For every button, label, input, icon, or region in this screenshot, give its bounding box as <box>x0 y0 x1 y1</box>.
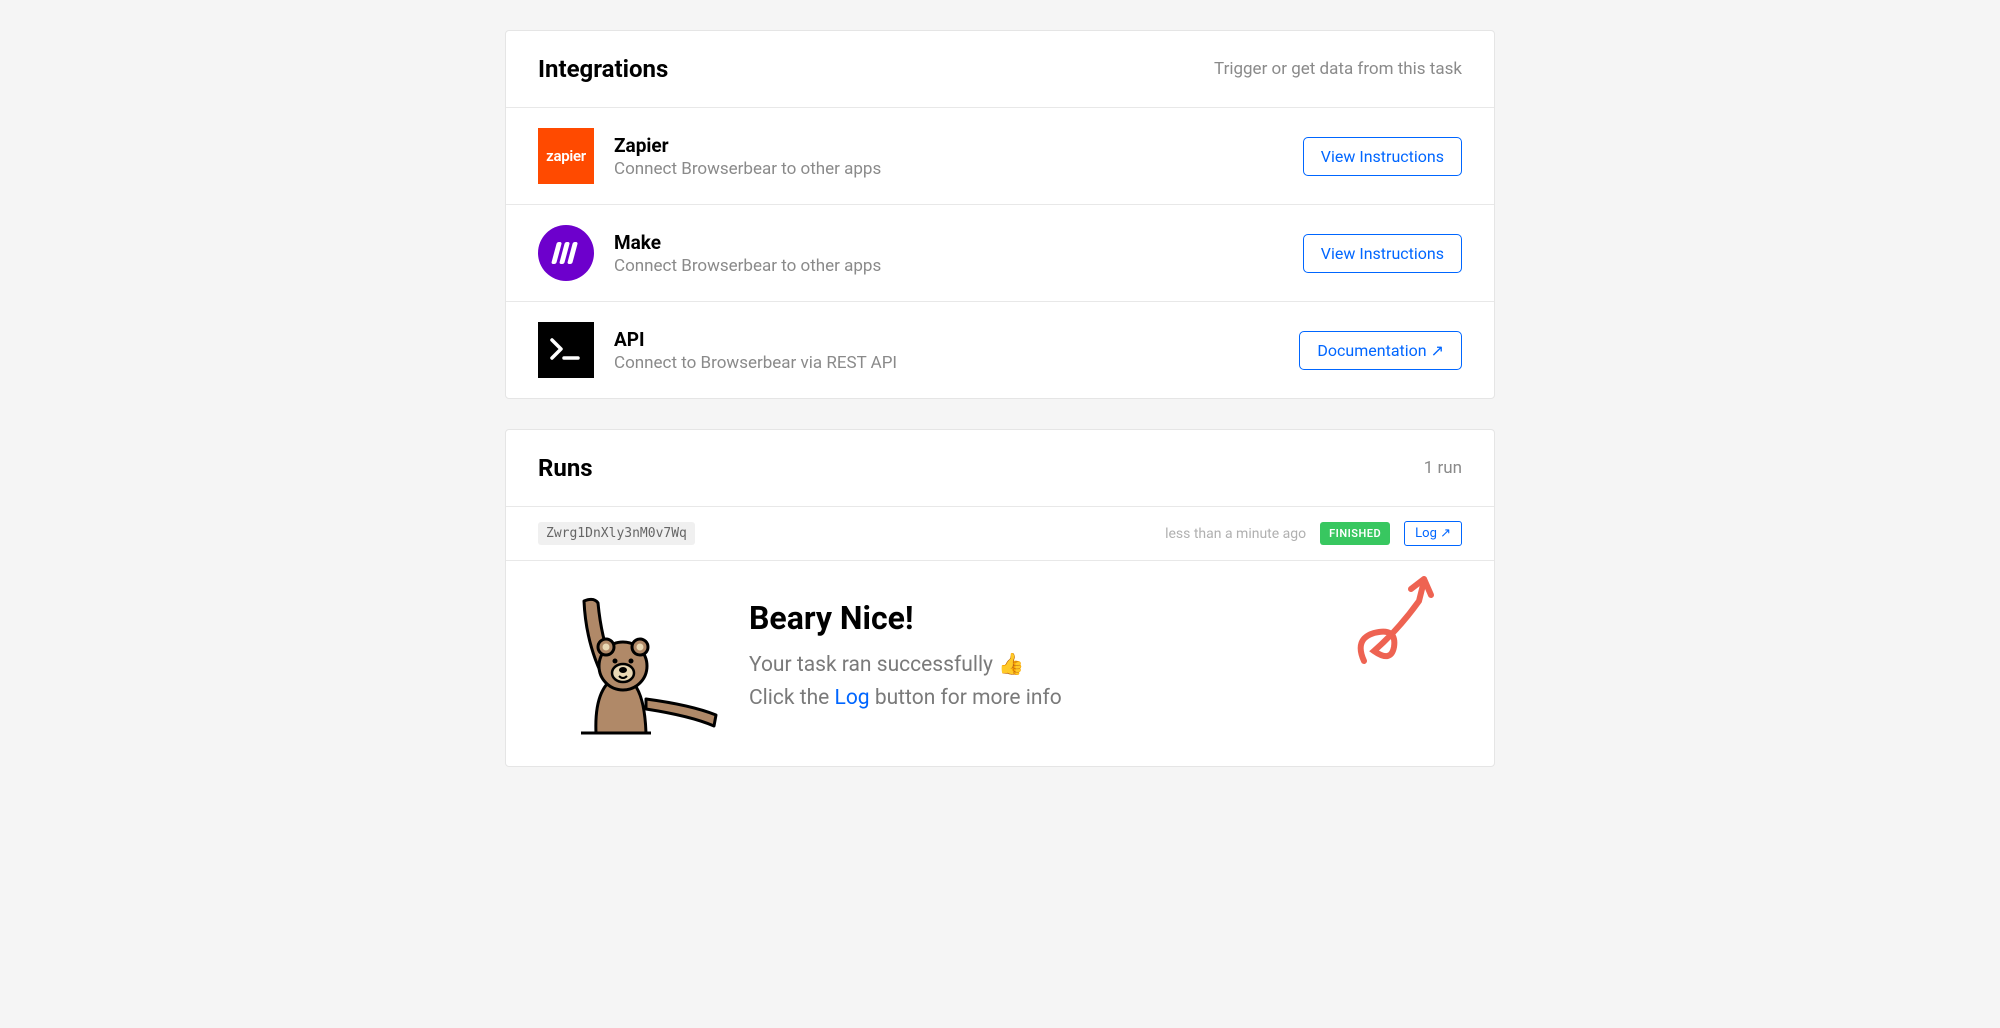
log-link[interactable]: Log <box>835 686 870 710</box>
zapier-icon: zapier <box>538 128 594 184</box>
integrations-card: Integrations Trigger or get data from th… <box>505 30 1495 399</box>
runs-card: Runs 1 run Zwrg1DnXly3nM0v7Wq less than … <box>505 429 1495 767</box>
bear-illustration <box>546 591 721 736</box>
integrations-header: Integrations Trigger or get data from th… <box>506 31 1494 108</box>
runs-header: Runs 1 run <box>506 430 1494 507</box>
make-icon <box>538 225 594 281</box>
integration-description: Connect Browserbear to other apps <box>614 159 881 179</box>
view-instructions-button-zapier[interactable]: View Instructions <box>1303 137 1462 176</box>
integration-name: Make <box>614 231 881 254</box>
status-badge: FINISHED <box>1320 522 1390 545</box>
integration-name: Zapier <box>614 134 881 157</box>
integration-row-zapier: zapier Zapier Connect Browserbear to oth… <box>506 108 1494 205</box>
integration-name: API <box>614 328 897 351</box>
view-instructions-button-make[interactable]: View Instructions <box>1303 234 1462 273</box>
success-message: Your task ran successfully 👍 Click the L… <box>749 649 1062 716</box>
integration-row-api: API Connect to Browserbear via REST API … <box>506 302 1494 398</box>
run-id: Zwrg1DnXly3nM0v7Wq <box>538 522 695 545</box>
integrations-subtitle: Trigger or get data from this task <box>1214 59 1462 79</box>
log-button[interactable]: Log ↗ <box>1404 521 1462 546</box>
success-panel: Beary Nice! Your task ran successfully 👍… <box>506 561 1494 766</box>
run-time: less than a minute ago <box>1165 526 1306 542</box>
terminal-icon <box>538 322 594 378</box>
documentation-button[interactable]: Documentation ↗ <box>1299 331 1462 370</box>
run-row: Zwrg1DnXly3nM0v7Wq less than a minute ag… <box>506 507 1494 561</box>
thumbs-up-icon: 👍 <box>998 653 1024 677</box>
runs-title: Runs <box>538 454 593 482</box>
hand-drawn-arrow-icon <box>1349 571 1444 681</box>
integration-row-make: Make Connect Browserbear to other apps V… <box>506 205 1494 302</box>
success-title: Beary Nice! <box>749 599 1062 637</box>
integration-description: Connect to Browserbear via REST API <box>614 353 897 373</box>
runs-count: 1 run <box>1424 458 1462 478</box>
integrations-title: Integrations <box>538 55 668 83</box>
integration-description: Connect Browserbear to other apps <box>614 256 881 276</box>
